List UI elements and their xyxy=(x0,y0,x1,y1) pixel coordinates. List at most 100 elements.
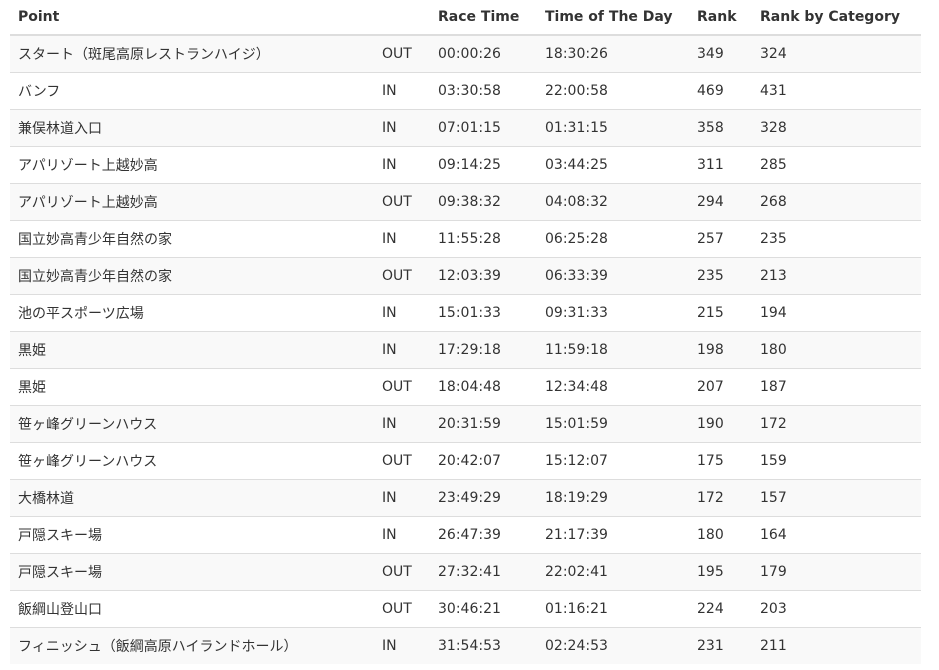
cell-point: 戸隠スキー場 xyxy=(10,516,374,554)
cell-rank: 469 xyxy=(689,72,752,110)
cell-race-time: 12:03:39 xyxy=(430,257,537,295)
cell-race-time: 17:29:18 xyxy=(430,331,537,369)
cell-direction: IN xyxy=(374,220,430,258)
cell-time-of-day: 22:00:58 xyxy=(537,72,689,110)
header-rank: Rank xyxy=(689,0,752,36)
table-row: 黒姫 IN 17:29:18 11:59:18 198 180 xyxy=(10,331,921,369)
table-row: アパリゾート上越妙高 OUT 09:38:32 04:08:32 294 268 xyxy=(10,183,921,221)
table-row: 池の平スポーツ広場 IN 15:01:33 09:31:33 215 194 xyxy=(10,294,921,332)
cell-direction: IN xyxy=(374,109,430,147)
cell-direction: OUT xyxy=(374,257,430,295)
cell-time-of-day: 01:16:21 xyxy=(537,590,689,628)
cell-race-time: 20:42:07 xyxy=(430,442,537,480)
cell-rank: 190 xyxy=(689,405,752,443)
cell-point: 飯綱山登山口 xyxy=(10,590,374,628)
cell-rank-by-category: 324 xyxy=(752,34,921,73)
cell-direction: OUT xyxy=(374,442,430,480)
cell-rank-by-category: 172 xyxy=(752,405,921,443)
cell-rank-by-category: 268 xyxy=(752,183,921,221)
cell-time-of-day: 09:31:33 xyxy=(537,294,689,332)
cell-time-of-day: 06:33:39 xyxy=(537,257,689,295)
cell-rank: 207 xyxy=(689,368,752,406)
cell-rank-by-category: 164 xyxy=(752,516,921,554)
cell-point: アパリゾート上越妙高 xyxy=(10,183,374,221)
cell-time-of-day: 18:19:29 xyxy=(537,479,689,517)
results-table-container: Point Race Time Time of The Day Rank Ran… xyxy=(0,0,921,664)
table-body: スタート（斑尾高原レストランハイジ） OUT 00:00:26 18:30:26 349… xyxy=(10,34,921,664)
cell-point: 国立妙高青少年自然の家 xyxy=(10,257,374,295)
cell-point: 国立妙高青少年自然の家 xyxy=(10,220,374,258)
cell-rank: 172 xyxy=(689,479,752,517)
cell-direction: OUT xyxy=(374,34,430,73)
cell-rank-by-category: 211 xyxy=(752,627,921,664)
cell-rank: 198 xyxy=(689,331,752,369)
cell-rank: 311 xyxy=(689,146,752,184)
cell-rank-by-category: 179 xyxy=(752,553,921,591)
cell-direction: OUT xyxy=(374,590,430,628)
table-row: アパリゾート上越妙高 IN 09:14:25 03:44:25 311 285 xyxy=(10,146,921,184)
cell-race-time: 18:04:48 xyxy=(430,368,537,406)
cell-time-of-day: 15:12:07 xyxy=(537,442,689,480)
header-row: Point Race Time Time of The Day Rank Ran… xyxy=(10,0,921,36)
cell-point: フィニッシュ（飯綱高原ハイランドホール） xyxy=(10,627,374,664)
cell-point: 黒姫 xyxy=(10,368,374,406)
cell-point: 戸隠スキー場 xyxy=(10,553,374,591)
cell-point: アパリゾート上越妙高 xyxy=(10,146,374,184)
cell-direction: IN xyxy=(374,294,430,332)
cell-direction: IN xyxy=(374,331,430,369)
cell-direction: IN xyxy=(374,479,430,517)
cell-rank-by-category: 285 xyxy=(752,146,921,184)
cell-rank: 294 xyxy=(689,183,752,221)
cell-rank: 180 xyxy=(689,516,752,554)
cell-race-time: 11:55:28 xyxy=(430,220,537,258)
cell-direction: OUT xyxy=(374,183,430,221)
cell-time-of-day: 04:08:32 xyxy=(537,183,689,221)
cell-point: 笹ヶ峰グリーンハウス xyxy=(10,405,374,443)
cell-time-of-day: 18:30:26 xyxy=(537,34,689,73)
table-row: 国立妙高青少年自然の家 IN 11:55:28 06:25:28 257 235 xyxy=(10,220,921,258)
cell-rank-by-category: 328 xyxy=(752,109,921,147)
header-point: Point xyxy=(10,0,374,36)
table-row: バンフ IN 03:30:58 22:00:58 469 431 xyxy=(10,72,921,110)
cell-point: 兼俣林道入口 xyxy=(10,109,374,147)
cell-rank-by-category: 180 xyxy=(752,331,921,369)
cell-race-time: 07:01:15 xyxy=(430,109,537,147)
cell-time-of-day: 02:24:53 xyxy=(537,627,689,664)
header-time-of-day: Time of The Day xyxy=(537,0,689,36)
table-row: 大橋林道 IN 23:49:29 18:19:29 172 157 xyxy=(10,479,921,517)
cell-rank: 175 xyxy=(689,442,752,480)
cell-time-of-day: 03:44:25 xyxy=(537,146,689,184)
cell-race-time: 00:00:26 xyxy=(430,34,537,73)
cell-rank-by-category: 203 xyxy=(752,590,921,628)
table-row: スタート（斑尾高原レストランハイジ） OUT 00:00:26 18:30:26 349… xyxy=(10,34,921,73)
cell-rank: 349 xyxy=(689,34,752,73)
cell-rank: 231 xyxy=(689,627,752,664)
cell-point: スタート（斑尾高原レストランハイジ） xyxy=(10,34,374,73)
cell-time-of-day: 06:25:28 xyxy=(537,220,689,258)
cell-point: 黒姫 xyxy=(10,331,374,369)
cell-point: 池の平スポーツ広場 xyxy=(10,294,374,332)
split-times-table: Point Race Time Time of The Day Rank Ran… xyxy=(10,0,921,664)
cell-race-time: 27:32:41 xyxy=(430,553,537,591)
table-row: 戸隠スキー場 IN 26:47:39 21:17:39 180 164 xyxy=(10,516,921,554)
table-row: 兼俣林道入口 IN 07:01:15 01:31:15 358 328 xyxy=(10,109,921,147)
cell-rank: 358 xyxy=(689,109,752,147)
table-row: 国立妙高青少年自然の家 OUT 12:03:39 06:33:39 235 213 xyxy=(10,257,921,295)
cell-time-of-day: 01:31:15 xyxy=(537,109,689,147)
cell-direction: IN xyxy=(374,72,430,110)
cell-rank-by-category: 431 xyxy=(752,72,921,110)
header-direction xyxy=(374,0,430,36)
header-rank-by-category: Rank by Category xyxy=(752,0,921,36)
cell-point: 大橋林道 xyxy=(10,479,374,517)
cell-time-of-day: 11:59:18 xyxy=(537,331,689,369)
cell-rank: 215 xyxy=(689,294,752,332)
cell-time-of-day: 22:02:41 xyxy=(537,553,689,591)
cell-race-time: 31:54:53 xyxy=(430,627,537,664)
table-row: 笹ヶ峰グリーンハウス IN 20:31:59 15:01:59 190 172 xyxy=(10,405,921,443)
cell-direction: IN xyxy=(374,627,430,664)
cell-rank-by-category: 213 xyxy=(752,257,921,295)
table-row: 黒姫 OUT 18:04:48 12:34:48 207 187 xyxy=(10,368,921,406)
table-row: 飯綱山登山口 OUT 30:46:21 01:16:21 224 203 xyxy=(10,590,921,628)
cell-direction: OUT xyxy=(374,553,430,591)
table-row: フィニッシュ（飯綱高原ハイランドホール） IN 31:54:53 02:24:53 23… xyxy=(10,627,921,664)
